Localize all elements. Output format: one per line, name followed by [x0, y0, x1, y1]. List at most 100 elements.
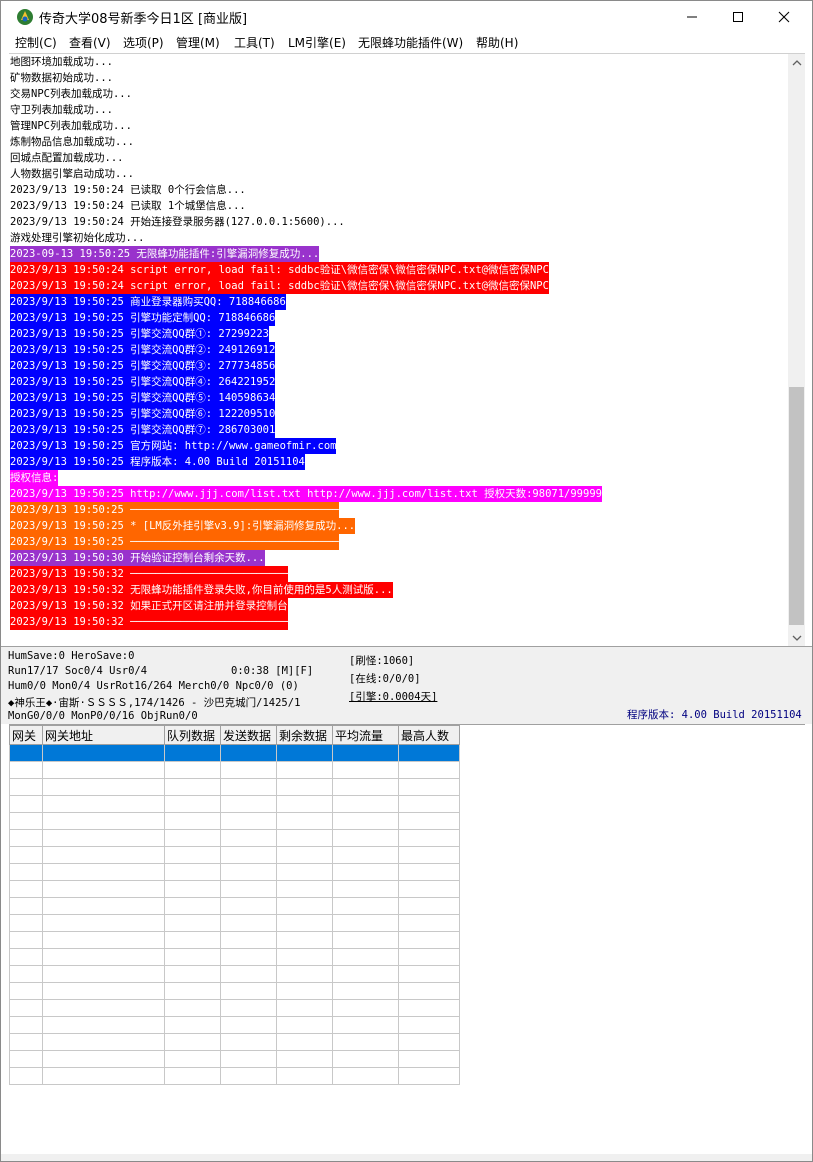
table-cell[interactable] — [220, 999, 277, 1017]
table-cell[interactable] — [398, 931, 460, 949]
gateway-grid-panel[interactable]: 网关 网关地址 队列数据 发送数据 剩余数据 平均流量 最高人数 — [9, 724, 805, 1155]
menu-lm-engine[interactable]: LM引擎(E) — [288, 34, 346, 51]
table-row[interactable] — [9, 812, 460, 830]
table-cell[interactable] — [42, 1016, 165, 1034]
table-cell[interactable] — [332, 1050, 399, 1068]
table-cell[interactable] — [276, 880, 333, 898]
table-cell[interactable] — [332, 931, 399, 949]
table-row[interactable] — [9, 863, 460, 881]
table-cell[interactable] — [276, 795, 333, 813]
table-cell[interactable] — [220, 744, 277, 762]
table-row[interactable] — [9, 744, 460, 762]
table-cell[interactable] — [276, 812, 333, 830]
table-cell[interactable] — [276, 829, 333, 847]
table-cell[interactable] — [164, 914, 221, 932]
table-cell[interactable] — [9, 812, 43, 830]
menu-manage[interactable]: 管理(M) — [176, 34, 220, 51]
table-cell[interactable] — [332, 880, 399, 898]
table-cell[interactable] — [220, 1016, 277, 1034]
table-cell[interactable] — [332, 795, 399, 813]
table-cell[interactable] — [220, 846, 277, 864]
table-cell[interactable] — [276, 761, 333, 779]
table-cell[interactable] — [332, 897, 399, 915]
table-cell[interactable] — [9, 863, 43, 881]
table-cell[interactable] — [9, 778, 43, 796]
table-cell[interactable] — [42, 1067, 165, 1085]
table-row[interactable] — [9, 1067, 460, 1085]
table-cell[interactable] — [42, 965, 165, 983]
table-cell[interactable] — [276, 948, 333, 966]
table-cell[interactable] — [220, 897, 277, 915]
table-cell[interactable] — [164, 812, 221, 830]
gateway-table[interactable]: 网关 网关地址 队列数据 发送数据 剩余数据 平均流量 最高人数 — [9, 725, 460, 1085]
scroll-thumb[interactable] — [789, 387, 804, 625]
scroll-up-button[interactable] — [788, 54, 805, 71]
table-cell[interactable] — [276, 914, 333, 932]
menu-control[interactable]: 控制(C) — [15, 34, 57, 51]
table-cell[interactable] — [398, 829, 460, 847]
col-gateway-address[interactable]: 网关地址 — [42, 725, 165, 745]
col-remain-data[interactable]: 剩余数据 — [276, 725, 333, 745]
table-row[interactable] — [9, 795, 460, 813]
table-cell[interactable] — [42, 863, 165, 881]
close-button[interactable] — [761, 1, 807, 32]
table-cell[interactable] — [164, 1033, 221, 1051]
table-cell[interactable] — [398, 897, 460, 915]
table-cell[interactable] — [42, 880, 165, 898]
table-cell[interactable] — [332, 778, 399, 796]
table-cell[interactable] — [42, 982, 165, 1000]
menu-plugin[interactable]: 无限蜂功能插件(W) — [358, 34, 463, 51]
table-cell[interactable] — [9, 931, 43, 949]
table-cell[interactable] — [42, 1050, 165, 1068]
table-row[interactable] — [9, 880, 460, 898]
table-row[interactable] — [9, 931, 460, 949]
table-cell[interactable] — [276, 999, 333, 1017]
table-cell[interactable] — [276, 897, 333, 915]
table-cell[interactable] — [332, 1067, 399, 1085]
table-cell[interactable] — [164, 965, 221, 983]
table-cell[interactable] — [164, 846, 221, 864]
table-cell[interactable] — [9, 846, 43, 864]
table-cell[interactable] — [164, 897, 221, 915]
menu-view[interactable]: 查看(V) — [69, 34, 111, 51]
table-cell[interactable] — [42, 897, 165, 915]
table-cell[interactable] — [164, 829, 221, 847]
table-cell[interactable] — [9, 1050, 43, 1068]
table-cell[interactable] — [332, 812, 399, 830]
table-row[interactable] — [9, 982, 460, 1000]
table-cell[interactable] — [42, 761, 165, 779]
table-cell[interactable] — [276, 863, 333, 881]
table-cell[interactable] — [164, 863, 221, 881]
table-cell[interactable] — [276, 778, 333, 796]
table-cell[interactable] — [9, 795, 43, 813]
table-cell[interactable] — [220, 914, 277, 932]
table-cell[interactable] — [9, 982, 43, 1000]
table-cell[interactable] — [220, 1067, 277, 1085]
table-cell[interactable] — [332, 999, 399, 1017]
table-cell[interactable] — [220, 1033, 277, 1051]
table-cell[interactable] — [332, 914, 399, 932]
col-max-players[interactable]: 最高人数 — [398, 725, 460, 745]
table-cell[interactable] — [220, 863, 277, 881]
table-cell[interactable] — [398, 982, 460, 1000]
table-cell[interactable] — [276, 1033, 333, 1051]
table-row[interactable] — [9, 846, 460, 864]
table-cell[interactable] — [276, 1067, 333, 1085]
table-cell[interactable] — [9, 761, 43, 779]
table-row[interactable] — [9, 1033, 460, 1051]
table-row[interactable] — [9, 761, 460, 779]
table-cell[interactable] — [9, 1033, 43, 1051]
table-cell[interactable] — [42, 812, 165, 830]
table-cell[interactable] — [332, 863, 399, 881]
table-cell[interactable] — [42, 914, 165, 932]
table-cell[interactable] — [220, 795, 277, 813]
table-cell[interactable] — [9, 1067, 43, 1085]
table-cell[interactable] — [332, 744, 399, 762]
table-cell[interactable] — [164, 931, 221, 949]
table-row[interactable] — [9, 999, 460, 1017]
log-list[interactable]: 地图环境加载成功... 矿物数据初始成功... 交易NPC列表加载成功... 守卫列表… — [10, 54, 786, 646]
table-cell[interactable] — [9, 897, 43, 915]
table-cell[interactable] — [332, 965, 399, 983]
table-row[interactable] — [9, 1016, 460, 1034]
col-send-data[interactable]: 发送数据 — [220, 725, 277, 745]
